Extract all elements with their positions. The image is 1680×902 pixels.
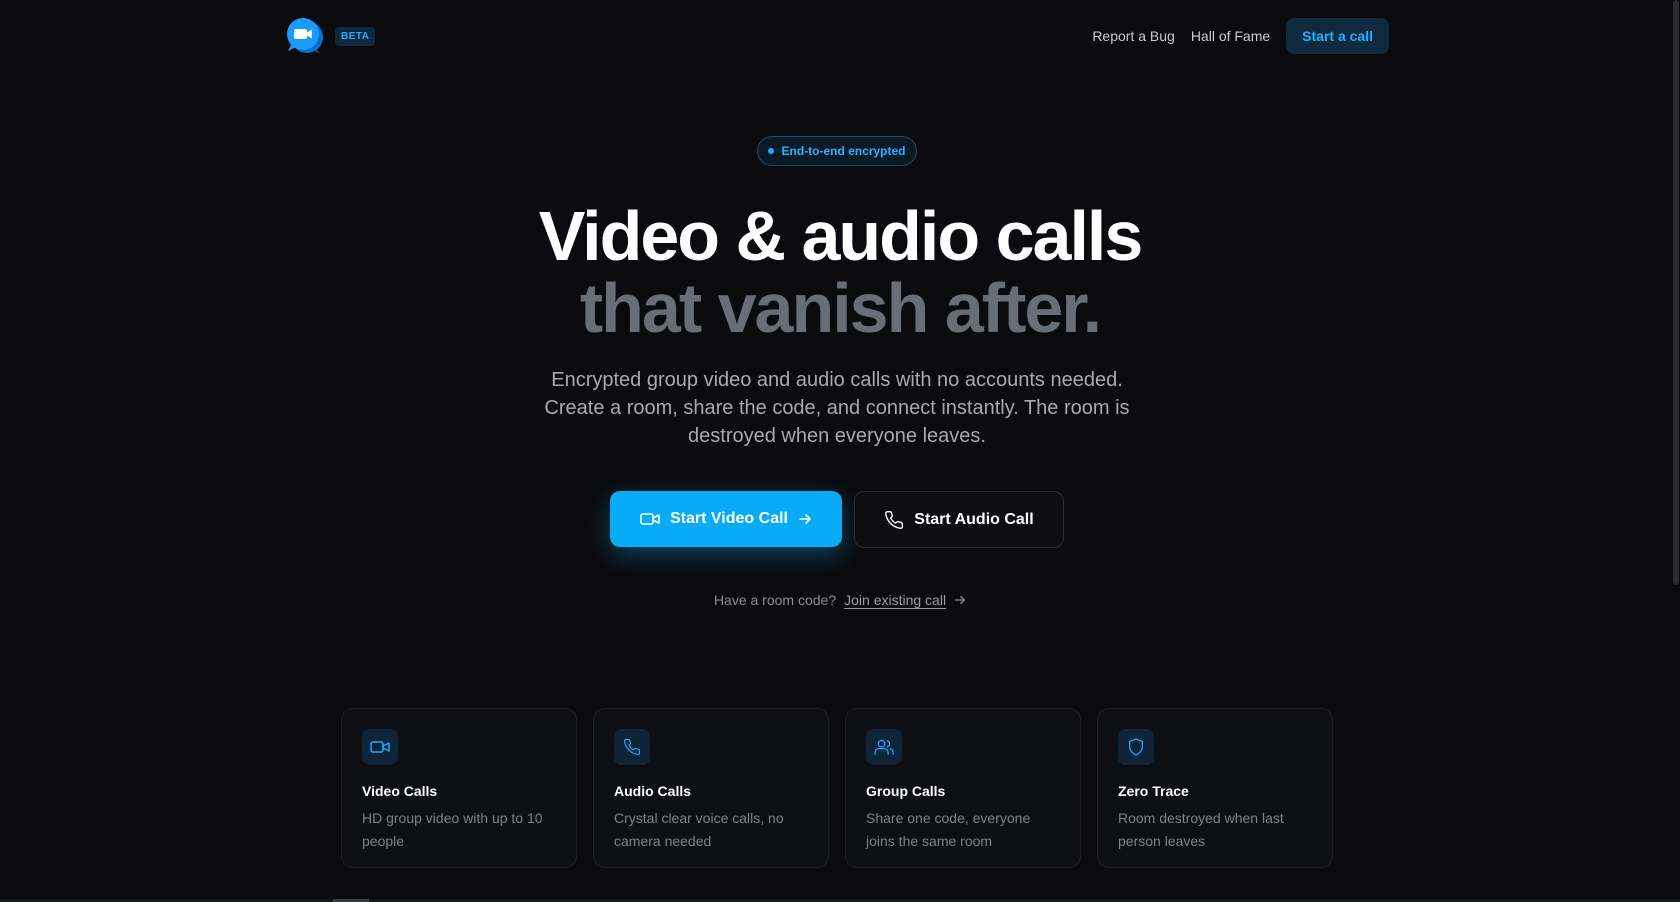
feature-card-audio: Audio Calls Crystal clear voice calls, n… (593, 708, 829, 868)
nav-hall-of-fame[interactable]: Hall of Fame (1191, 28, 1270, 44)
nav-report-bug[interactable]: Report a Bug (1092, 28, 1175, 44)
feature-cards: Video Calls HD group video with up to 10… (341, 708, 1333, 868)
cta-row: Start Video Call Start Audio Call (610, 491, 1064, 548)
logo-video-chat-icon[interactable] (285, 17, 325, 55)
start-video-call-label: Start Video Call (670, 510, 788, 527)
phone-icon (614, 729, 650, 765)
start-audio-call-button[interactable]: Start Audio Call (854, 491, 1064, 548)
feature-title: Video Calls (362, 783, 438, 799)
vertical-scrollbar[interactable] (1672, 0, 1680, 902)
top-nav: Report a Bug Hall of Fame Start a call (1092, 18, 1389, 54)
join-prompt: Have a room code? (713, 592, 837, 608)
feature-description: Room destroyed when last person leaves (1118, 810, 1284, 849)
hero-subtitle: Encrypted group video and audio calls wi… (544, 369, 1130, 447)
video-icon (362, 729, 398, 765)
start-video-call-button[interactable]: Start Video Call (610, 491, 842, 547)
join-row: Have a room code? Join existing call (0, 592, 1680, 608)
vertical-scrollbar-thumb[interactable] (1673, 0, 1679, 585)
phone-icon (884, 510, 904, 530)
video-icon (640, 511, 660, 527)
feature-title: Zero Trace (1118, 783, 1189, 799)
arrow-right-icon (954, 594, 966, 606)
feature-title: Group Calls (866, 783, 946, 799)
beta-badge: BETA (335, 26, 376, 46)
feature-title: Audio Calls (614, 783, 692, 799)
brand[interactable]: BETA (285, 17, 376, 55)
shield-icon (1118, 729, 1154, 765)
encryption-badge-label: End-to-end encrypted (781, 144, 906, 158)
feature-card-zero-trace: Zero Trace Room destroyed when last pers… (1097, 708, 1333, 868)
feature-description: HD group video with up to 10 people (362, 810, 543, 849)
feature-description: Crystal clear voice calls, no camera nee… (614, 810, 784, 849)
arrow-right-icon (798, 512, 812, 526)
header: BETA Report a Bug Hall of Fame Start a c… (285, 18, 1389, 54)
start-call-button[interactable]: Start a call (1286, 18, 1389, 54)
landing-page: BETA Report a Bug Hall of Fame Start a c… (0, 0, 1680, 902)
headline-line-2: that vanish after. (579, 269, 1102, 347)
encryption-badge: End-to-end encrypted (757, 136, 917, 166)
headline-line-1: Video & audio calls (538, 197, 1144, 275)
hero-headline: Video & audio calls that vanish after. (0, 200, 1680, 344)
feature-description: Share one code, everyone joins the same … (866, 810, 1031, 849)
feature-card-video: Video Calls HD group video with up to 10… (341, 708, 577, 868)
badge-dot-icon (768, 148, 775, 154)
start-audio-call-label: Start Audio Call (914, 510, 1034, 528)
users-icon (866, 729, 902, 765)
feature-card-group: Group Calls Share one code, everyone joi… (845, 708, 1081, 868)
join-existing-call-link[interactable]: Join existing call (844, 592, 946, 608)
